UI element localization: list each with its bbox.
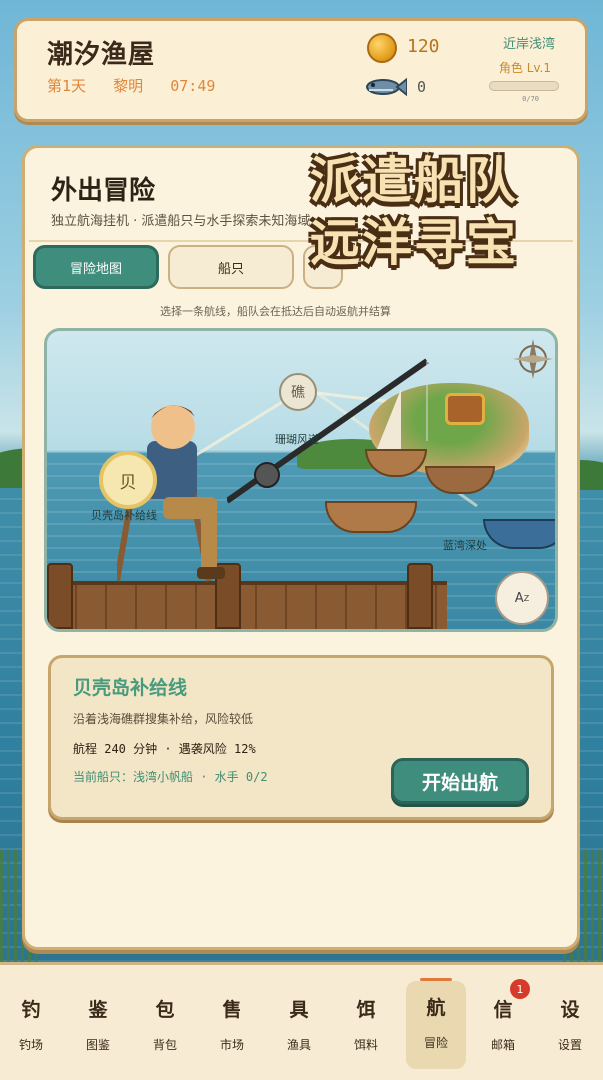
blue-route-label: 蓝湾深处	[443, 539, 487, 552]
nav-item-market[interactable]: 售 市场	[203, 983, 261, 1067]
nav-label: 饵料	[353, 1038, 378, 1052]
nav-label: 背包	[152, 1038, 177, 1052]
reef-route-label: 珊瑚风道	[275, 433, 319, 446]
pier-post	[47, 563, 73, 629]
route-card: 贝壳岛补给线 沿着浅海礁群搜集补给，风险较低 航程 240 分钟 · 遇袭风险 …	[48, 655, 554, 820]
clock-label: 07:49	[170, 77, 216, 95]
collection-icon: 鉴	[88, 999, 108, 1021]
promo-line-1: 派遣船队	[310, 152, 518, 210]
xp-progress-bar	[489, 81, 559, 91]
day-time-line: 第1天 黎明 07:49	[47, 75, 215, 96]
nav-item-fishing[interactable]: 钓 钓场	[2, 983, 60, 1067]
market-icon: 售	[222, 999, 242, 1021]
promo-line-2: 远洋寻宝	[310, 214, 518, 272]
bait-icon: 饵	[356, 999, 376, 1021]
adventure-map[interactable]: 礁 珊瑚风道 贝 贝壳岛补给线 蓝湾深处 AZ	[44, 328, 558, 632]
nav-item-backpack[interactable]: 包 背包	[136, 983, 194, 1067]
pier-post	[407, 563, 433, 629]
zoom-button-label: A	[514, 590, 524, 606]
treasure-chest-icon	[445, 393, 485, 425]
status-header: 潮汐渔屋 第1天 黎明 07:49 120 0 近岸浅湾 角色 Lv.1 0/7…	[14, 18, 588, 122]
shell-route-label: 贝壳岛补给线	[91, 509, 157, 522]
nav-label: 设置	[557, 1038, 582, 1052]
nav-label: 图鉴	[85, 1038, 110, 1052]
nav-item-collection[interactable]: 鉴 图鉴	[69, 983, 127, 1067]
route-stats: 航程 240 分钟 · 遇袭风险 12%	[73, 742, 256, 756]
wooden-pier	[47, 581, 447, 629]
game-title: 潮汐渔屋	[47, 40, 156, 70]
shell-node[interactable]: 贝	[99, 451, 157, 509]
xp-text: 0/70	[522, 95, 539, 103]
fishing-icon: 钓	[21, 999, 41, 1021]
tab-ships[interactable]: 船只	[168, 245, 294, 289]
bottom-nav: 钓 钓场 鉴 图鉴 包 背包 售 市场 具 渔具 饵 饵料 航 冒险 信 邮箱 …	[0, 962, 603, 1080]
fish-count: 0	[417, 78, 427, 96]
gear-icon: 具	[289, 999, 309, 1021]
nav-item-mail[interactable]: 信 邮箱 1	[474, 979, 532, 1067]
nav-item-adventure[interactable]: 航 冒险	[406, 978, 466, 1069]
nav-item-gear[interactable]: 具 渔具	[270, 983, 328, 1067]
adventure-icon: 航	[426, 997, 446, 1019]
backpack-icon: 包	[155, 999, 175, 1021]
settings-icon: 设	[560, 999, 580, 1021]
compass-icon	[513, 339, 553, 379]
mail-icon: 信	[493, 999, 513, 1021]
panel-subtitle: 独立航海挂机 · 派遣船只与水手探索未知海域	[51, 214, 311, 229]
time-of-day-label: 黎明	[113, 77, 144, 95]
nav-label: 邮箱	[490, 1038, 515, 1052]
start-voyage-button[interactable]: 开始出航	[391, 758, 529, 804]
nav-label: 冒险	[423, 1036, 448, 1050]
nav-item-bait[interactable]: 饵 饵料	[337, 983, 395, 1067]
day-label: 第1天	[47, 77, 87, 95]
route-name: 贝壳岛补给线	[73, 677, 188, 699]
location-label[interactable]: 近岸浅湾	[503, 33, 555, 52]
promo-banner: 派遣船队 远洋寻宝	[310, 150, 518, 274]
tab-adventure-map[interactable]: 冒险地图	[33, 245, 159, 289]
zoom-button[interactable]: AZ	[495, 571, 549, 625]
coin-count: 120	[407, 36, 440, 57]
coin-icon	[367, 33, 397, 63]
route-ship-info: 当前船只：浅湾小帆船 · 水手 0/2	[73, 770, 268, 784]
nav-label: 市场	[219, 1038, 244, 1052]
panel-title: 外出冒险	[51, 176, 156, 206]
route-hint: 选择一条航线，船队会在抵达后自动返航并结算	[160, 305, 391, 318]
nav-item-settings[interactable]: 设 设置	[541, 983, 599, 1067]
fishing-rod	[227, 358, 429, 504]
reef-node[interactable]: 礁	[279, 373, 317, 411]
role-level: 角色 Lv.1	[498, 61, 551, 75]
nav-label: 钓场	[18, 1038, 43, 1052]
fish-icon	[366, 77, 407, 97]
route-description: 沿着浅海礁群搜集补给，风险较低	[73, 712, 254, 726]
nav-label: 渔具	[286, 1038, 311, 1052]
mail-badge: 1	[510, 979, 530, 999]
zoom-button-sup: Z	[523, 593, 530, 603]
